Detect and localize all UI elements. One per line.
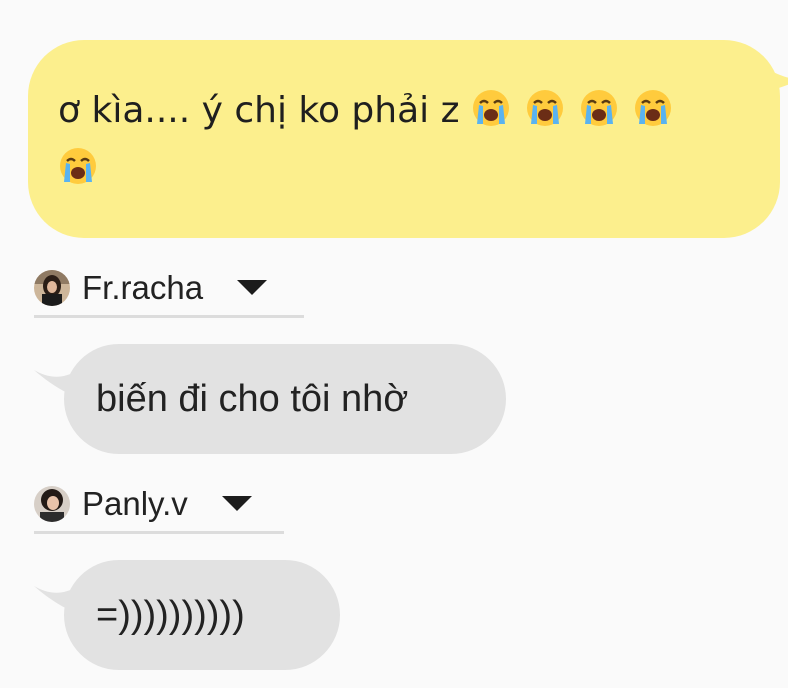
loudly-crying-face-icon bbox=[579, 88, 619, 128]
loudly-crying-face-icon bbox=[525, 88, 565, 128]
outgoing-message-bubble[interactable]: ơ kìa.... ý chị ko phải z bbox=[28, 40, 788, 238]
incoming-message-bubble[interactable]: =)))))))))) bbox=[34, 560, 340, 670]
outgoing-message-text: ơ kìa.... ý chị ko phải z bbox=[58, 90, 460, 131]
incoming-message-text: =)))))))))) bbox=[96, 593, 245, 636]
chevron-down-icon[interactable] bbox=[237, 280, 268, 295]
bubble-tail-icon bbox=[34, 586, 78, 614]
chevron-down-icon[interactable] bbox=[221, 496, 252, 511]
loudly-crying-face-icon bbox=[471, 88, 511, 128]
avatar-fr-racha-icon[interactable] bbox=[34, 269, 70, 306]
avatar-panly-v-icon[interactable] bbox=[34, 485, 70, 522]
sender-header-panly-v[interactable]: Panly.v bbox=[34, 480, 284, 534]
loudly-crying-face-icon bbox=[633, 88, 673, 128]
sender-name[interactable]: Fr.racha bbox=[82, 269, 203, 307]
bubble-tail-icon bbox=[758, 58, 788, 96]
chat-thread: ơ kìa.... ý chị ko phải z Fr.racha biến … bbox=[0, 0, 788, 688]
loudly-crying-face-icon bbox=[58, 146, 98, 186]
outgoing-message-line-1: ơ kìa.... ý chị ko phải z bbox=[58, 76, 740, 146]
sender-header-fr-racha[interactable]: Fr.racha bbox=[34, 264, 304, 318]
sender-name[interactable]: Panly.v bbox=[82, 485, 188, 523]
bubble-tail-icon bbox=[34, 370, 78, 398]
incoming-message-bubble[interactable]: biến đi cho tôi nhờ bbox=[34, 344, 506, 454]
incoming-message-text: biến đi cho tôi nhờ bbox=[96, 377, 409, 420]
